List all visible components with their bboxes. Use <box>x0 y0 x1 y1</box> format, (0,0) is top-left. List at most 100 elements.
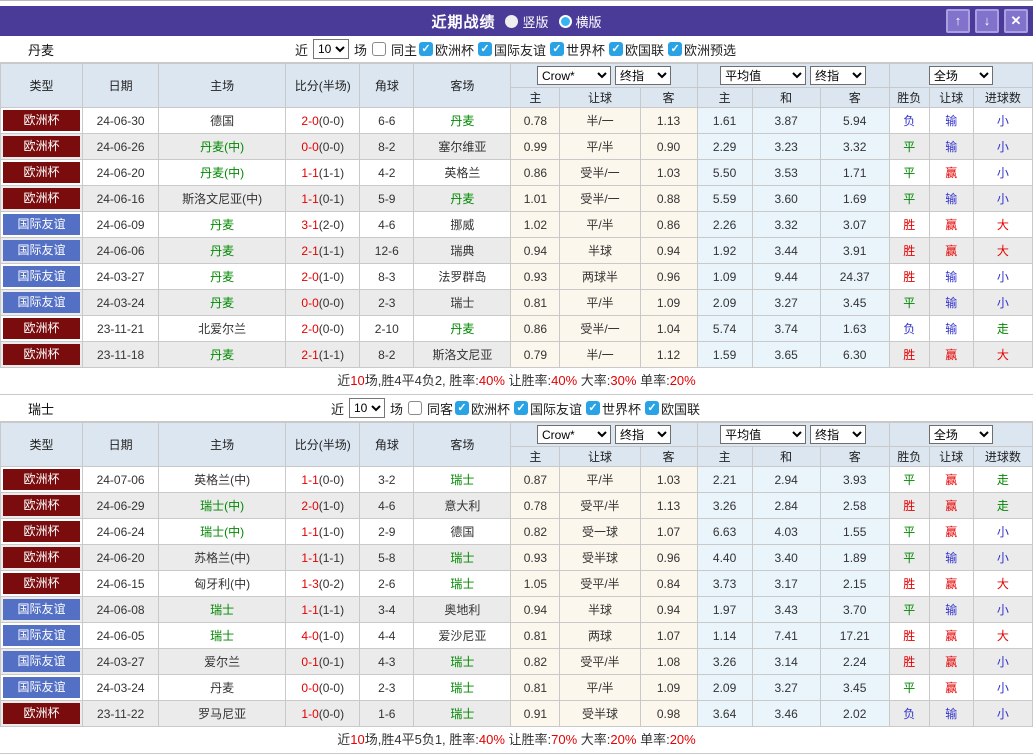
odds-stage-select[interactable]: 终指 <box>615 66 671 85</box>
close-button[interactable]: ✕ <box>1004 9 1028 33</box>
match-row: 欧洲杯 24-06-16 斯洛文尼亚(中) 1-1(0-1) 5-9 丹麦 1.01 受半/一… <box>0 185 1033 212</box>
league-type-cell: 欧洲杯 <box>0 315 84 342</box>
halftime-score: (1-1) <box>318 550 345 565</box>
same-venue-checkbox[interactable] <box>407 401 422 415</box>
odds-home: 0.82 <box>510 518 561 545</box>
result-goals: 大 <box>972 237 1033 264</box>
odds-home: 1.01 <box>510 185 561 212</box>
home-team: 北爱尔兰 <box>158 315 287 342</box>
result-outcome: 负 <box>888 700 930 727</box>
odds-away: 1.03 <box>639 159 698 186</box>
up-arrow-icon: ↑ <box>954 13 962 28</box>
avg-source-select[interactable]: 平均值 <box>720 66 807 85</box>
avg-stage-select[interactable]: 终指 <box>810 425 867 444</box>
league-label-2: 世界杯 <box>566 42 606 58</box>
summary-segment: 40% <box>478 732 505 747</box>
corners: 6-6 <box>359 107 415 134</box>
league-checkbox-0[interactable]: ✓ <box>454 401 469 415</box>
match-date: 24-06-05 <box>82 622 160 649</box>
home-team: 瑞士(中) <box>158 518 287 545</box>
league-checkbox-0[interactable]: ✓ <box>418 42 433 56</box>
same-venue-label: 同客 <box>426 401 453 417</box>
match-count-select[interactable]: 10 <box>312 39 349 59</box>
corners: 8-3 <box>359 263 415 290</box>
match-count-select[interactable]: 10 <box>348 398 385 418</box>
away-team: 瑞典 <box>413 237 512 264</box>
odds-home: 0.93 <box>510 263 561 290</box>
league-checkbox-1[interactable]: ✓ <box>514 401 528 415</box>
away-team: 法罗群岛 <box>413 263 512 290</box>
result-scope-header: 全场 <box>888 63 1033 88</box>
odds-stage-select[interactable]: 终指 <box>615 425 671 444</box>
odds-away: 0.86 <box>639 211 698 238</box>
result-scope-select[interactable]: 全场 <box>928 425 993 444</box>
league-type-cell: 欧洲杯 <box>0 341 84 368</box>
section-summary: 近10场,胜4平5负1, 胜率:40% 让胜率:70% 大率:20% 单率:20… <box>0 727 1033 754</box>
sub-col-header: 和 <box>751 87 821 108</box>
result-outcome: 负 <box>888 107 930 134</box>
odds-source-select[interactable]: Crow* <box>537 66 611 85</box>
avg-away: 3.70 <box>819 596 890 623</box>
avg-home: 3.26 <box>696 492 753 519</box>
league-label-1: 国际友谊 <box>530 401 583 417</box>
match-date: 24-03-24 <box>82 674 160 701</box>
match-date: 24-06-06 <box>82 237 160 264</box>
odds-away: 0.94 <box>639 237 698 264</box>
result-goals: 走 <box>972 466 1033 493</box>
result-handicap: 输 <box>928 107 974 134</box>
halftime-score: (1-0) <box>318 628 345 643</box>
odds-home: 0.94 <box>510 237 561 264</box>
result-scope-select[interactable]: 全场 <box>928 66 993 85</box>
league-checkbox-2[interactable]: ✓ <box>586 401 601 415</box>
radio-horizontal[interactable]: 横版 <box>558 12 602 31</box>
odds-home: 0.78 <box>510 492 561 519</box>
sub-col-header: 进球数 <box>972 446 1033 467</box>
odds-handicap: 半球 <box>559 237 641 264</box>
result-handicap: 赢 <box>928 159 974 186</box>
avg-stage-select[interactable]: 终指 <box>810 66 867 85</box>
match-row: 欧洲杯 24-07-06 英格兰(中) 1-1(0-0) 3-2 瑞士 0.87 平/半 1.0… <box>0 466 1033 493</box>
same-venue-checkbox[interactable] <box>371 42 386 56</box>
summary-segment: 单率: <box>636 732 670 747</box>
avg-home: 1.92 <box>696 237 753 264</box>
league-checkbox-3[interactable]: ✓ <box>645 401 660 415</box>
summary-segment: 场,胜4平4负2, 胜率: <box>364 373 479 388</box>
match-date: 24-06-30 <box>82 107 160 134</box>
league-type-cell: 欧洲杯 <box>0 518 84 545</box>
result-outcome: 平 <box>888 596 930 623</box>
score-cell: 0-0(0-0) <box>285 674 361 701</box>
halftime-score: (0-1) <box>318 654 345 669</box>
league-type-cell: 欧洲杯 <box>0 700 84 727</box>
move-up-button[interactable]: ↑ <box>946 9 970 33</box>
avg-away: 3.45 <box>819 289 890 316</box>
fulltime-score: 1-3 <box>301 576 319 591</box>
match-row: 国际友谊 24-03-24 丹麦 0-0(0-0) 2-3 瑞士 0.81 平/半 1.09 2.… <box>0 674 1033 701</box>
result-outcome: 胜 <box>888 237 930 264</box>
result-outcome: 平 <box>888 544 930 571</box>
match-date: 23-11-18 <box>82 341 160 368</box>
league-checkbox-2[interactable]: ✓ <box>550 42 565 56</box>
col-header-4: 角球 <box>359 422 415 467</box>
corners: 2-6 <box>359 570 415 597</box>
matches-label: 场 <box>353 42 367 58</box>
league-checkbox-4[interactable]: ✓ <box>668 42 683 56</box>
league-checkbox-1[interactable]: ✓ <box>478 42 492 56</box>
result-scope-header: 全场 <box>888 422 1033 447</box>
summary-segment: 近 <box>337 373 351 388</box>
move-down-button[interactable]: ↓ <box>975 9 999 33</box>
radio-vertical[interactable]: 竖版 <box>505 12 549 31</box>
odds-source-select[interactable]: Crow* <box>537 425 611 444</box>
match-date: 23-11-21 <box>82 315 160 342</box>
result-handicap: 赢 <box>928 211 974 238</box>
home-team: 丹麦 <box>158 263 287 290</box>
fulltime-score: 1-1 <box>301 472 319 487</box>
fulltime-score: 1-1 <box>301 602 319 617</box>
fulltime-score: 2-0 <box>301 498 319 513</box>
odds-handicap: 受半/一 <box>559 315 641 342</box>
score-cell: 2-0(1-0) <box>285 263 361 290</box>
match-row: 国际友谊 24-06-06 丹麦 2-1(1-1) 12-6 瑞典 0.94 半球 0.94 1.… <box>0 237 1033 264</box>
league-checkbox-3[interactable]: ✓ <box>609 42 624 56</box>
avg-source-select[interactable]: 平均值 <box>720 425 807 444</box>
col-header-0: 类型 <box>0 422 84 467</box>
corners: 2-10 <box>359 315 415 342</box>
